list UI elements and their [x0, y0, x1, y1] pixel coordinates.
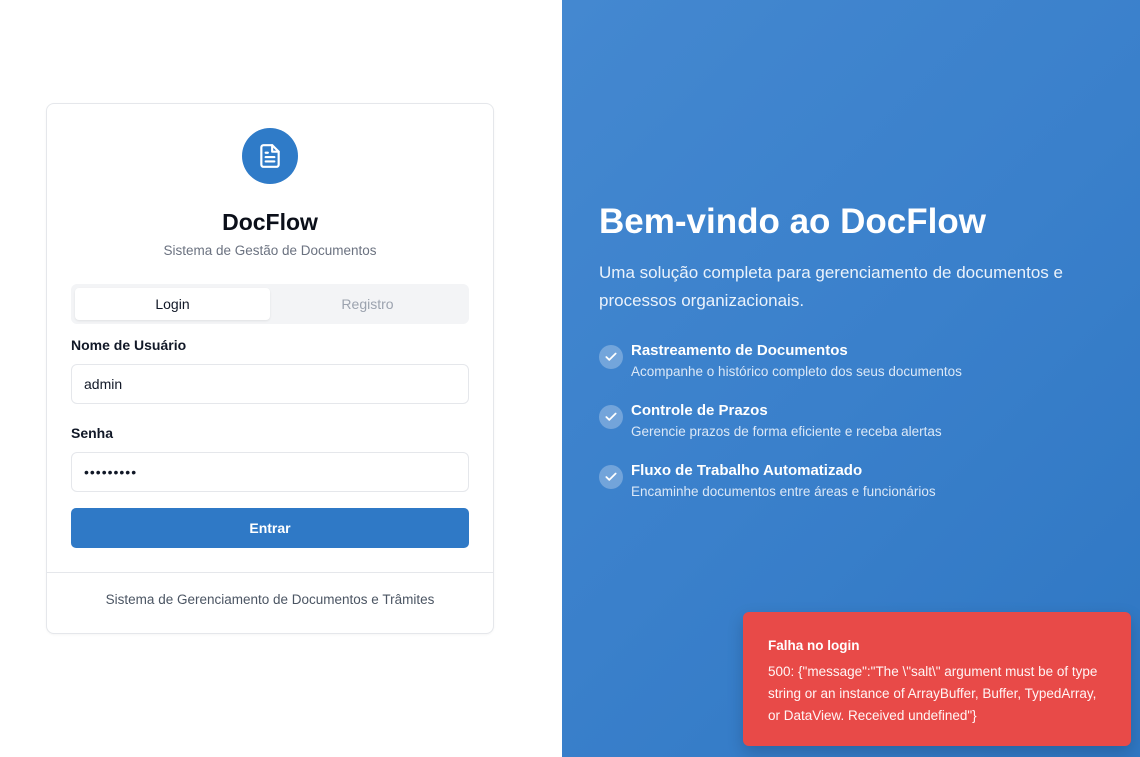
- check-circle-icon: [599, 345, 623, 369]
- auth-tabs: Login Registro: [71, 284, 469, 324]
- password-label: Senha: [71, 425, 114, 441]
- card-divider: [47, 572, 493, 573]
- password-field[interactable]: [84, 453, 456, 491]
- feature-title: Rastreamento de Documentos: [631, 342, 848, 359]
- login-panel: DocFlow Sistema de Gestão de Documentos …: [0, 0, 562, 757]
- app-subtitle: Sistema de Gestão de Documentos: [163, 243, 377, 258]
- feature-description: Acompanhe o histórico completo dos seus …: [631, 364, 962, 379]
- toast-title: Falha no login: [768, 638, 860, 653]
- feature-description: Encaminhe documentos entre áreas e funci…: [631, 484, 936, 499]
- tab-register[interactable]: Registro: [270, 288, 465, 320]
- error-toast[interactable]: Falha no login 500: {"message":"The \"sa…: [743, 612, 1131, 746]
- login-card: DocFlow Sistema de Gestão de Documentos …: [46, 103, 494, 634]
- check-circle-icon: [599, 465, 623, 489]
- feature-title: Fluxo de Trabalho Automatizado: [631, 462, 863, 479]
- username-field-wrapper: [71, 364, 469, 404]
- check-circle-icon: [599, 405, 623, 429]
- username-label: Nome de Usuário: [71, 337, 187, 353]
- toast-message: 500: {"message":"The \"salt\" argument m…: [768, 664, 1098, 723]
- username-field[interactable]: [84, 365, 456, 403]
- document-icon: [260, 144, 280, 168]
- password-field-wrapper: [71, 452, 469, 492]
- card-footer-text: Sistema de Gerenciamento de Documentos e…: [105, 592, 435, 607]
- login-page: DocFlow Sistema de Gestão de Documentos …: [0, 0, 1140, 757]
- app-title: DocFlow: [222, 209, 318, 235]
- tab-login[interactable]: Login: [75, 288, 270, 320]
- login-button[interactable]: Entrar: [71, 508, 469, 548]
- feature-description: Gerencie prazos de forma eficiente e rec…: [631, 424, 942, 439]
- app-logo: [242, 128, 298, 184]
- hero-description: Uma solução completa para gerenciamento …: [599, 263, 1063, 310]
- hero-title: Bem-vindo ao DocFlow: [599, 202, 986, 241]
- feature-title: Controle de Prazos: [631, 402, 768, 419]
